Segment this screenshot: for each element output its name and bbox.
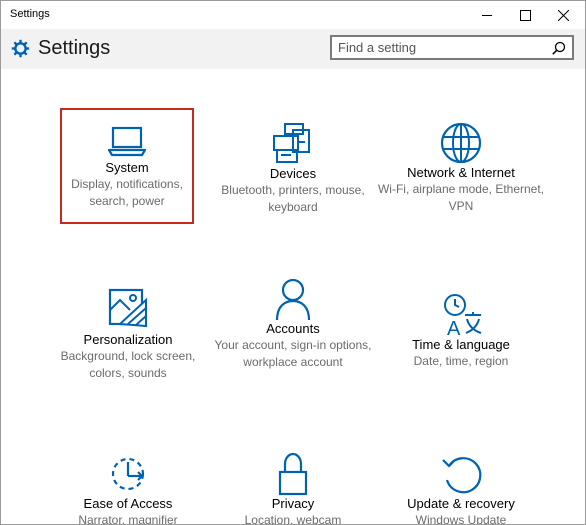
maximize-icon (519, 9, 531, 21)
personalization-icon (108, 288, 147, 328)
tile-description: Windows Update (415, 513, 507, 525)
tile-personalization[interactable]: Personalization Background, lock screen,… (38, 285, 218, 382)
close-button[interactable] (541, 1, 585, 29)
tile-label: Devices (269, 166, 317, 181)
tile-ease-of-access[interactable]: Ease of Access Narrator, magnifier (38, 452, 218, 525)
update-icon (442, 457, 482, 494)
tile-privacy[interactable]: Privacy Location, webcam (203, 452, 383, 525)
tile-accounts[interactable]: Accounts Your account, sign-in options, … (203, 277, 383, 371)
page-title: Settings (38, 37, 111, 59)
tile-time-language[interactable]: A Time & language Date, time, region (371, 293, 551, 370)
lock-icon (278, 452, 308, 496)
svg-text:A: A (447, 318, 461, 337)
tile-devices[interactable]: Devices Bluetooth, printers, mouse, keyb… (203, 110, 383, 216)
search-icon[interactable] (552, 41, 566, 55)
tile-system[interactable]: System Display, notifications, search, p… (60, 108, 194, 224)
tile-description: Background, lock screen, colors, sounds (60, 349, 196, 380)
tile-label: Network & Internet (407, 165, 515, 180)
tile-label: Personalization (83, 332, 173, 347)
tile-label: System (105, 160, 149, 175)
ease-of-access-icon (111, 457, 145, 491)
settings-header: Settings (1, 29, 585, 69)
tile-description: Your account, sign-in options, workplace… (214, 338, 372, 369)
settings-window: Settings Settings Find a setting System … (0, 0, 586, 525)
search-box[interactable] (330, 35, 574, 60)
title-bar: Settings (1, 1, 585, 29)
tile-label: Accounts (266, 321, 320, 336)
close-icon (557, 9, 569, 21)
minimize-icon (482, 15, 492, 16)
tile-label: Time & language (412, 337, 510, 352)
tile-description: Location, webcam (244, 513, 342, 525)
laptop-icon (107, 126, 147, 157)
tile-description: Date, time, region (413, 354, 509, 368)
gear-icon (11, 39, 30, 58)
tile-label: Privacy (271, 496, 315, 511)
tile-label: Ease of Access (83, 496, 173, 511)
search-input[interactable] (338, 39, 538, 56)
tile-description: Narrator, magnifier (78, 513, 178, 525)
tile-label: Update & recovery (407, 496, 515, 511)
devices-icon (273, 123, 310, 163)
person-icon (275, 278, 311, 321)
time-language-icon: A (444, 294, 482, 337)
tile-description: Display, notifications, search, power (71, 177, 183, 208)
tile-description: Bluetooth, printers, mouse, keyboard (221, 183, 365, 214)
globe-icon (440, 122, 482, 164)
tile-description: Wi-Fi, airplane mode, Ethernet, VPN (377, 182, 545, 213)
window-title: Settings (10, 8, 50, 20)
tile-network[interactable]: Network & Internet Wi-Fi, airplane mode,… (371, 110, 551, 215)
tile-update-recovery[interactable]: Update & recovery Windows Update (371, 452, 551, 525)
